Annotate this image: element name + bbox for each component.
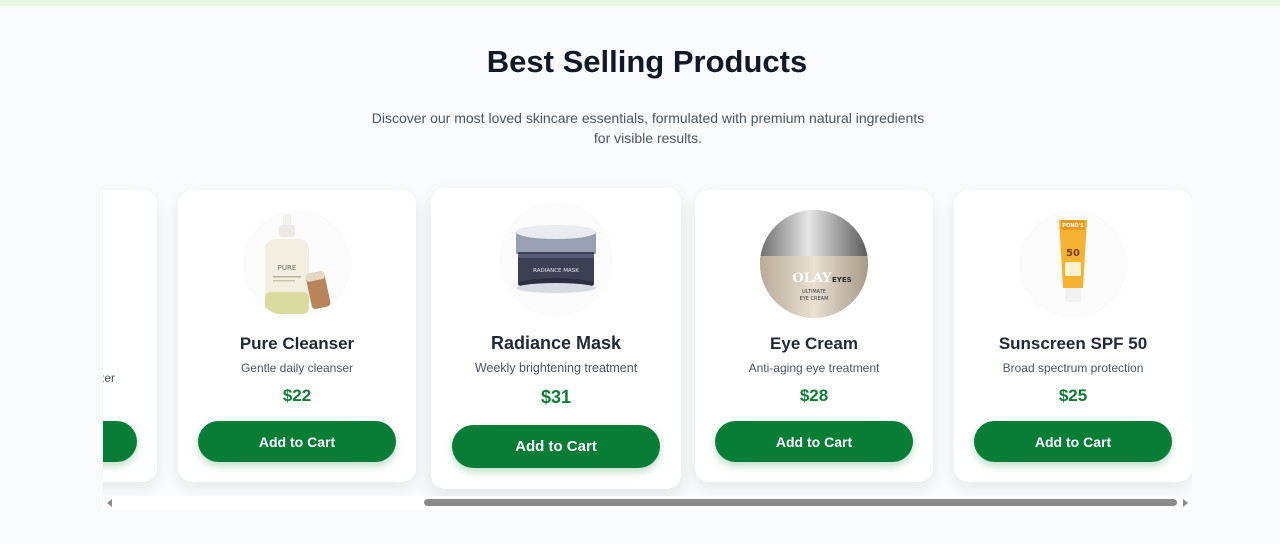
product-card: POND'S 50 Sunscreen SPF 50 Broad spectru… [954, 190, 1192, 482]
product-card-featured: RADIANCE MASK Radiance Mask Weekly brigh… [431, 188, 681, 489]
add-to-cart-button[interactable]: Add to Cart [715, 421, 913, 462]
svg-text:ULTIMATE: ULTIMATE [802, 289, 826, 295]
svg-text:PURE: PURE [278, 264, 297, 272]
section-subtitle: Discover our most loved skincare essenti… [371, 110, 925, 146]
product-image[interactable]: OLAY EYES ULTIMATE EYE CREAM [760, 210, 868, 318]
product-name: Pure Cleanser [239, 334, 355, 353]
section-title: Best Selling Products [486, 44, 808, 79]
scroll-left-arrow-icon[interactable] [107, 499, 112, 507]
eye-cream-jar-icon: OLAY EYES ULTIMATE EYE CREAM [760, 210, 868, 318]
add-to-cart-button[interactable]: Add to Cart [452, 425, 660, 468]
add-to-cart-button[interactable]: Add to Cart [974, 421, 1172, 462]
product-name: Eye Cream [770, 334, 858, 353]
product-card: zer [103, 190, 157, 482]
product-image[interactable]: PURE [243, 210, 351, 318]
product-price: $22 [282, 386, 312, 405]
product-image[interactable]: RADIANCE MASK [499, 202, 613, 316]
product-description: zer [103, 371, 115, 385]
product-name: Sunscreen SPF 50 [998, 334, 1148, 353]
product-description: Gentle daily cleanser [240, 361, 354, 375]
product-image[interactable]: POND'S 50 [1019, 210, 1127, 318]
product-description: Broad spectrum protection [1002, 361, 1144, 375]
svg-text:OLAY: OLAY [792, 271, 832, 286]
product-description: Weekly brightening treatment [474, 361, 638, 375]
svg-text:POND'S: POND'S [1062, 223, 1084, 229]
svg-text:RADIANCE MASK: RADIANCE MASK [533, 268, 579, 274]
product-name: Radiance Mask [490, 333, 622, 353]
product-price: $28 [799, 386, 829, 405]
svg-text:EYES: EYES [832, 276, 852, 284]
scroll-right-arrow-icon[interactable] [1183, 499, 1188, 507]
add-to-cart-button[interactable] [103, 421, 137, 462]
product-carousel[interactable]: zer PURE Pure Cleanser Gentle daily clea… [103, 180, 1192, 500]
carousel-scrollbar[interactable] [103, 496, 1192, 509]
svg-text:50: 50 [1066, 248, 1080, 259]
product-price: $25 [1058, 386, 1088, 405]
svg-text:EYE CREAM: EYE CREAM [800, 296, 829, 302]
product-card: PURE Pure Cleanser Gentle daily cleanser… [178, 190, 416, 482]
mask-jar-icon: RADIANCE MASK [499, 202, 613, 316]
product-description: Anti-aging eye treatment [748, 361, 880, 375]
add-to-cart-button[interactable]: Add to Cart [198, 421, 396, 462]
scrollbar-thumb[interactable] [424, 499, 1177, 506]
product-card: OLAY EYES ULTIMATE EYE CREAM Eye Cream A… [695, 190, 933, 482]
sunscreen-tube-icon: POND'S 50 [1019, 210, 1127, 318]
top-strip [0, 0, 1280, 6]
cleanser-bottle-icon: PURE [243, 210, 351, 318]
product-price: $31 [540, 387, 572, 407]
